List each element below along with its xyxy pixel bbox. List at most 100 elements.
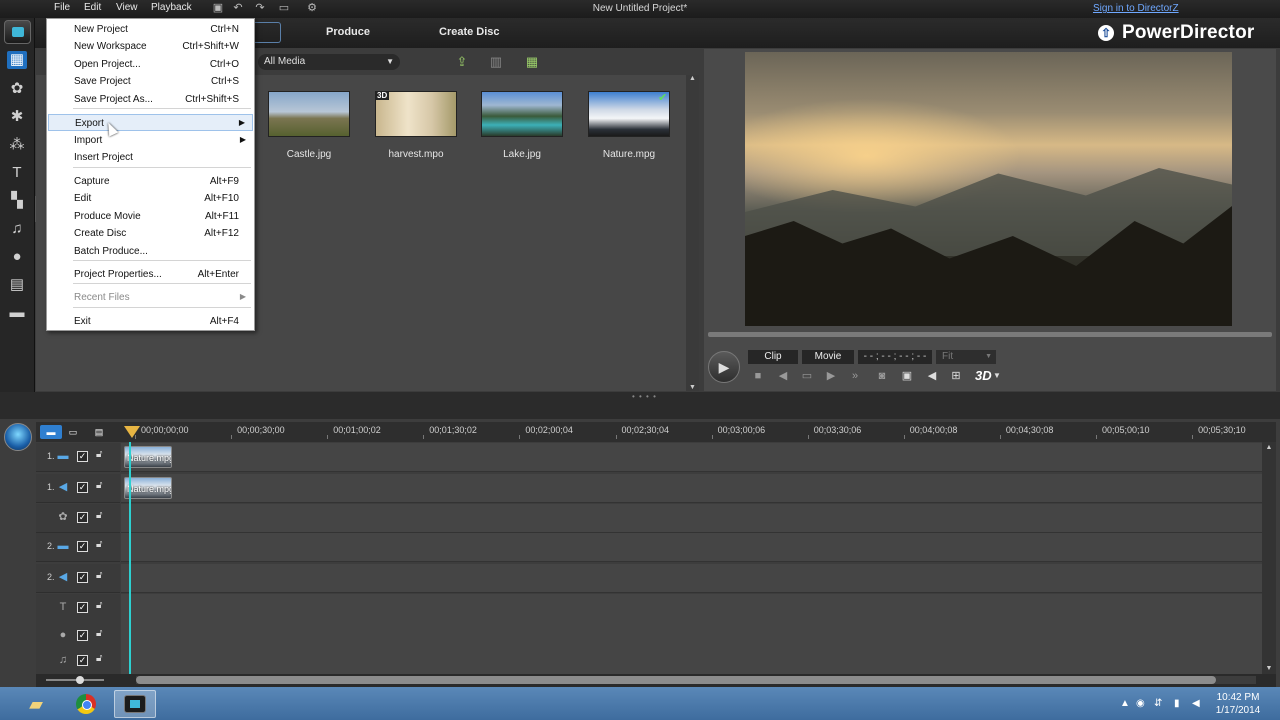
- track-enable-checkbox[interactable]: ✓: [77, 512, 88, 523]
- chapter-room-icon[interactable]: ▤: [7, 276, 27, 294]
- track-lane-effect[interactable]: [121, 504, 1262, 533]
- track-enable-checkbox[interactable]: ✓: [77, 572, 88, 583]
- timeline-clip[interactable]: Nature.mpg: [124, 446, 172, 468]
- title-room-icon[interactable]: T: [7, 164, 27, 182]
- track-enable-checkbox[interactable]: ✓: [77, 655, 88, 666]
- track-enable-checkbox[interactable]: ✓: [77, 482, 88, 493]
- track-enable-checkbox[interactable]: ✓: [77, 451, 88, 462]
- menu-item-batch-produce[interactable]: Batch Produce...: [48, 243, 253, 260]
- track-lane-title[interactable]: [121, 594, 1262, 623]
- tray-volume-icon[interactable]: ◀: [1192, 698, 1200, 709]
- 3d-mode-button[interactable]: 3D: [975, 368, 992, 383]
- track-lock-icon[interactable]: 🔓︎: [96, 449, 102, 460]
- timeline-view-icon[interactable]: ▬: [40, 425, 62, 439]
- track-lock-icon[interactable]: 🔓︎: [96, 510, 102, 521]
- timecode-display[interactable]: - - ; - - ; - - ; - -: [858, 350, 932, 364]
- scroll-down-icon[interactable]: ▼: [1262, 665, 1276, 672]
- undock-icon[interactable]: ⊞: [949, 369, 963, 383]
- tab-produce[interactable]: Produce: [326, 26, 370, 38]
- magic-tools-icon[interactable]: [4, 423, 32, 451]
- menu-item-capture[interactable]: Capture Alt+F9: [48, 173, 253, 190]
- import-media-icon[interactable]: ⇪: [454, 55, 470, 69]
- system-clock[interactable]: 10:42 PM 1/17/2014: [1208, 691, 1268, 717]
- voice-over-icon[interactable]: ●: [7, 248, 27, 266]
- track-enable-checkbox[interactable]: ✓: [77, 630, 88, 641]
- file-explorer-icon[interactable]: ▰: [16, 690, 56, 718]
- playhead-marker[interactable]: [124, 426, 140, 438]
- track-lane-audio[interactable]: Nature.mpg: [121, 474, 1262, 503]
- scroll-down-icon[interactable]: ▼: [686, 384, 699, 391]
- media-thumbnail-lake[interactable]: [481, 91, 563, 137]
- timeline-hscroll[interactable]: [136, 676, 1256, 684]
- menu-item-edit[interactable]: Edit Alt+F10: [48, 190, 253, 207]
- chrome-icon[interactable]: [66, 690, 106, 718]
- view-grid-icon[interactable]: ▦: [524, 55, 540, 69]
- track-lane-music[interactable]: [121, 647, 1262, 676]
- menu-item-save-project[interactable]: Save Project Ctrl+S: [48, 73, 253, 90]
- track-lane-video[interactable]: [121, 533, 1262, 562]
- menu-item-new-workspace[interactable]: New Workspace Ctrl+Shift+W: [48, 38, 253, 55]
- tray-app-icon[interactable]: ◉: [1136, 698, 1145, 709]
- volume-icon[interactable]: ◀: [925, 369, 939, 383]
- stop-icon[interactable]: ■: [751, 369, 765, 383]
- subtitle-room-icon[interactable]: ▬: [7, 304, 27, 322]
- track-enable-checkbox[interactable]: ✓: [77, 602, 88, 613]
- particle-room-icon[interactable]: ⁂: [7, 136, 27, 154]
- plugin-icon[interactable]: ▥: [488, 55, 504, 69]
- track-enable-checkbox[interactable]: ✓: [77, 541, 88, 552]
- track-lock-icon[interactable]: 🔓︎: [96, 539, 102, 550]
- menu-item-insert-project[interactable]: Insert Project: [48, 149, 253, 166]
- movie-mode-button[interactable]: Movie: [802, 350, 854, 364]
- tab-create-disc[interactable]: Create Disc: [439, 26, 500, 38]
- track-lock-icon[interactable]: 🔓︎: [96, 480, 102, 491]
- timeline-zoom-slider[interactable]: [46, 676, 104, 684]
- menu-item-new-project[interactable]: New Project Ctrl+N: [48, 21, 253, 38]
- track-lock-icon[interactable]: 🔓︎: [96, 628, 102, 639]
- media-filter-dropdown[interactable]: All Media ▼: [258, 54, 400, 70]
- pip-room-icon[interactable]: ✱: [7, 108, 27, 126]
- menu-item-save-project-as[interactable]: Save Project As... Ctrl+Shift+S: [48, 91, 253, 108]
- menu-item-open-project[interactable]: Open Project... Ctrl+O: [48, 56, 253, 73]
- media-room-icon[interactable]: ▦: [7, 51, 27, 69]
- menu-item-produce-movie[interactable]: Produce Movie Alt+F11: [48, 208, 253, 225]
- scroll-up-icon[interactable]: ▲: [1262, 444, 1276, 451]
- timeline-zoom-knob[interactable]: [76, 676, 84, 684]
- effect-room-icon[interactable]: ✿: [7, 80, 27, 98]
- menu-item-import[interactable]: Import ▶: [48, 132, 253, 149]
- playhead-line[interactable]: [129, 442, 131, 687]
- clip-mode-button[interactable]: Clip: [748, 350, 798, 364]
- timeline-clip[interactable]: Nature.mpg: [124, 477, 172, 499]
- tray-signal-icon[interactable]: ▮: [1174, 698, 1180, 709]
- preview-quality-icon[interactable]: ▣: [900, 369, 914, 383]
- chevron-down-icon[interactable]: ▼: [993, 371, 1001, 380]
- library-scrollbar[interactable]: ▲ ▼: [686, 75, 699, 391]
- track-manager-icon[interactable]: ▤: [88, 425, 110, 439]
- timeline-vscroll[interactable]: ▲ ▼: [1262, 442, 1276, 674]
- play-button[interactable]: ▶: [708, 351, 740, 383]
- track-lane-audio[interactable]: [121, 564, 1262, 593]
- snapshot-icon[interactable]: ◙: [875, 369, 889, 383]
- menu-item-project-properties[interactable]: Project Properties... Alt+Enter: [48, 266, 253, 283]
- menu-item-export[interactable]: Export ▶: [48, 114, 253, 131]
- next-frame-icon[interactable]: ▶: [824, 369, 838, 383]
- track-lock-icon[interactable]: 🔓︎: [96, 600, 102, 611]
- storyboard-view-icon[interactable]: ▭: [62, 425, 84, 439]
- tray-network-icon[interactable]: ⇵: [1154, 698, 1162, 709]
- previous-frame-icon[interactable]: ◀: [776, 369, 790, 383]
- track-lock-icon[interactable]: 🔓︎: [96, 653, 102, 664]
- panel-divider[interactable]: • • • •: [0, 392, 1280, 419]
- tray-arrow-icon[interactable]: ▲: [1120, 698, 1130, 709]
- media-thumbnail-castle[interactable]: [268, 91, 350, 137]
- transition-room-icon[interactable]: ▚: [7, 192, 27, 210]
- track-lock-icon[interactable]: 🔓︎: [96, 570, 102, 581]
- audio-mixing-icon[interactable]: ♫: [7, 220, 27, 238]
- powerdirector-task-icon[interactable]: [114, 690, 156, 718]
- zoom-fit-dropdown[interactable]: Fit ▼: [936, 350, 996, 364]
- scroll-up-icon[interactable]: ▲: [686, 75, 699, 82]
- track-lane-video[interactable]: Nature.mpg: [121, 443, 1262, 472]
- split-icon[interactable]: ▭: [800, 369, 814, 383]
- menu-item-create-disc[interactable]: Create Disc Alt+F12: [48, 225, 253, 242]
- timeline-hscroll-thumb[interactable]: [136, 676, 1216, 684]
- menu-item-exit[interactable]: Exit Alt+F4: [48, 313, 253, 330]
- upgrade-icon[interactable]: ⇧: [1098, 25, 1114, 41]
